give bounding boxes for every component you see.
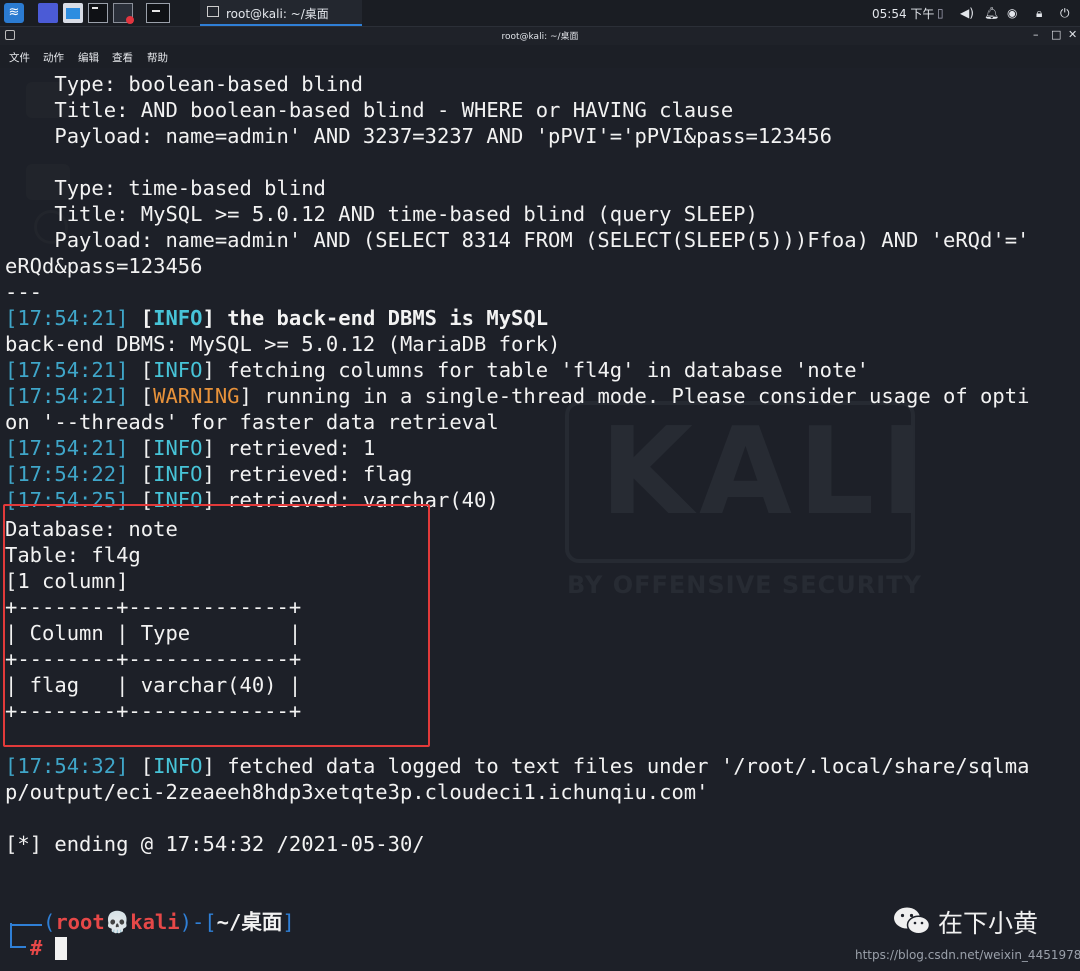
source-url: https://blog.csdn.net/weixin_44519789: [855, 948, 1080, 962]
notification-bell-icon[interactable]: 🔔︎: [984, 5, 999, 21]
browser-launcher-icon[interactable]: [113, 3, 134, 24]
terminal-line: on '--threads' for faster data retrieval: [5, 410, 499, 434]
workspace-switcher-icon[interactable]: [146, 3, 170, 23]
prompt-symbol: #: [30, 936, 43, 960]
log-level: INFO: [153, 436, 203, 460]
log-level: INFO: [153, 358, 203, 382]
terminal-line: back-end DBMS: MySQL >= 5.0.12 (MariaDB …: [5, 332, 561, 356]
log-line: [17:54:22] [INFO] retrieved: flag: [5, 462, 413, 486]
log-time: 17:54:21: [17, 384, 117, 408]
log-level: INFO: [153, 306, 203, 330]
terminal-line: [*] ending @ 17:54:32 /2021-05-30/: [5, 832, 425, 856]
highlight-box: [3, 504, 430, 747]
log-line: [17:54:21] [INFO] fetching columns for t…: [5, 358, 869, 382]
terminal-line: Payload: name=admin' AND (SELECT 8314 FR…: [5, 228, 1030, 252]
log-level: INFO: [153, 462, 203, 486]
prompt-decoration: [10, 946, 26, 948]
terminal-output[interactable]: KALI BY OFFENSIVE SECURITY Type: boolean…: [0, 68, 1080, 971]
top-panel: ≋ root@kali: ~/桌面 05:54 下午 ▯ ◀) 🔔︎ ◉ 🔒︎ …: [0, 0, 1080, 27]
menu-edit[interactable]: 编辑: [78, 50, 99, 65]
window-title: root@kali: ~/桌面: [501, 32, 579, 42]
taskbar-terminal-window[interactable]: root@kali: ~/桌面: [200, 0, 362, 26]
menu-help[interactable]: 帮助: [147, 50, 168, 65]
log-level: WARNING: [153, 384, 240, 408]
terminal-line: Title: AND boolean-based blind - WHERE o…: [5, 98, 734, 122]
terminal-separator: ---: [5, 280, 43, 304]
terminal-line: Payload: name=admin' AND 3237=3237 AND '…: [5, 124, 832, 148]
log-line: [17:54:21] [INFO] the back-end DBMS is M…: [5, 306, 549, 330]
log-line: [17:54:21] [INFO] retrieved: 1: [5, 436, 376, 460]
log-message: retrieved: 1: [227, 436, 376, 460]
menu-view[interactable]: 查看: [112, 50, 133, 65]
prompt-bracket: )-[: [179, 910, 217, 934]
volume-icon[interactable]: ◀): [960, 5, 974, 21]
lock-icon[interactable]: 🔒︎: [1036, 5, 1042, 21]
terminal-line: Type: boolean-based blind: [5, 72, 363, 96]
menu-file[interactable]: 文件: [9, 50, 30, 65]
log-level: INFO: [153, 754, 203, 778]
terminal-launcher-icon[interactable]: [88, 3, 108, 23]
prompt-bracket: ]: [282, 910, 295, 934]
log-time: 17:54:32: [17, 754, 117, 778]
log-line: [17:54:32] [INFO] fetched data logged to…: [5, 754, 1030, 778]
shell-prompt: (root💀kali)-[~/桌面]: [43, 909, 295, 935]
log-message: the back-end DBMS is MySQL: [227, 306, 549, 330]
log-message: retrieved: flag: [227, 462, 413, 486]
menu-action[interactable]: 动作: [43, 50, 64, 65]
watermark-tagline: BY OFFENSIVE SECURITY: [567, 571, 922, 599]
close-button[interactable]: ✕: [1068, 28, 1077, 41]
display-icon[interactable]: ▯: [937, 5, 944, 21]
log-message: fetching columns for table 'fl4g' in dat…: [227, 358, 869, 382]
terminal-line: Type: time-based blind: [5, 176, 326, 200]
log-message: running in a single-thread mode. Please …: [264, 384, 1030, 408]
maximize-button[interactable]: □: [1051, 28, 1061, 41]
prompt-directory: ~/桌面: [216, 910, 283, 934]
prompt-bracket: (: [43, 910, 56, 934]
terminal-line: p/output/eci-2zeaeeh8hdp3xetqte3p.cloude…: [5, 780, 709, 804]
prompt-host: kali: [130, 910, 180, 934]
log-time: 17:54:21: [17, 358, 117, 382]
prompt-decoration: [10, 924, 42, 926]
watermark-logo: KALI: [600, 403, 931, 542]
window-titlebar[interactable]: root@kali: ~/桌面 – □ ✕: [0, 27, 1080, 45]
log-time: 17:54:21: [17, 306, 117, 330]
file-manager-icon[interactable]: [63, 3, 83, 23]
log-time: 17:54:21: [17, 436, 117, 460]
skull-icon: 💀: [104, 910, 131, 934]
power-icon[interactable]: ⏻: [1060, 5, 1070, 21]
menu-bar: 文件 动作 编辑 查看 帮助: [0, 46, 1080, 68]
prompt-user: root: [55, 910, 105, 934]
log-time: 17:54:22: [17, 462, 117, 486]
kali-menu-icon[interactable]: ≋: [4, 3, 24, 23]
log-message: fetched data logged to text files under …: [227, 754, 1030, 778]
terminal-icon: [207, 6, 219, 17]
terminal-line: eRQd&pass=123456: [5, 254, 203, 278]
brand-name: 在下小黄: [938, 909, 1039, 938]
log-line: [17:54:21] [WARNING] running in a single…: [5, 384, 1030, 408]
taskbar-task-label: root@kali: ~/桌面: [226, 7, 329, 21]
terminal-line: Title: MySQL >= 5.0.12 AND time-based bl…: [5, 202, 758, 226]
minimize-button[interactable]: –: [1033, 28, 1039, 41]
prompt-decoration: [10, 923, 12, 947]
desktop-launcher-icon[interactable]: [38, 3, 58, 23]
text-cursor[interactable]: [55, 937, 67, 960]
network-icon[interactable]: ◉: [1007, 5, 1017, 21]
clock[interactable]: 05:54 下午: [872, 5, 934, 22]
wechat-icon: [894, 907, 931, 935]
